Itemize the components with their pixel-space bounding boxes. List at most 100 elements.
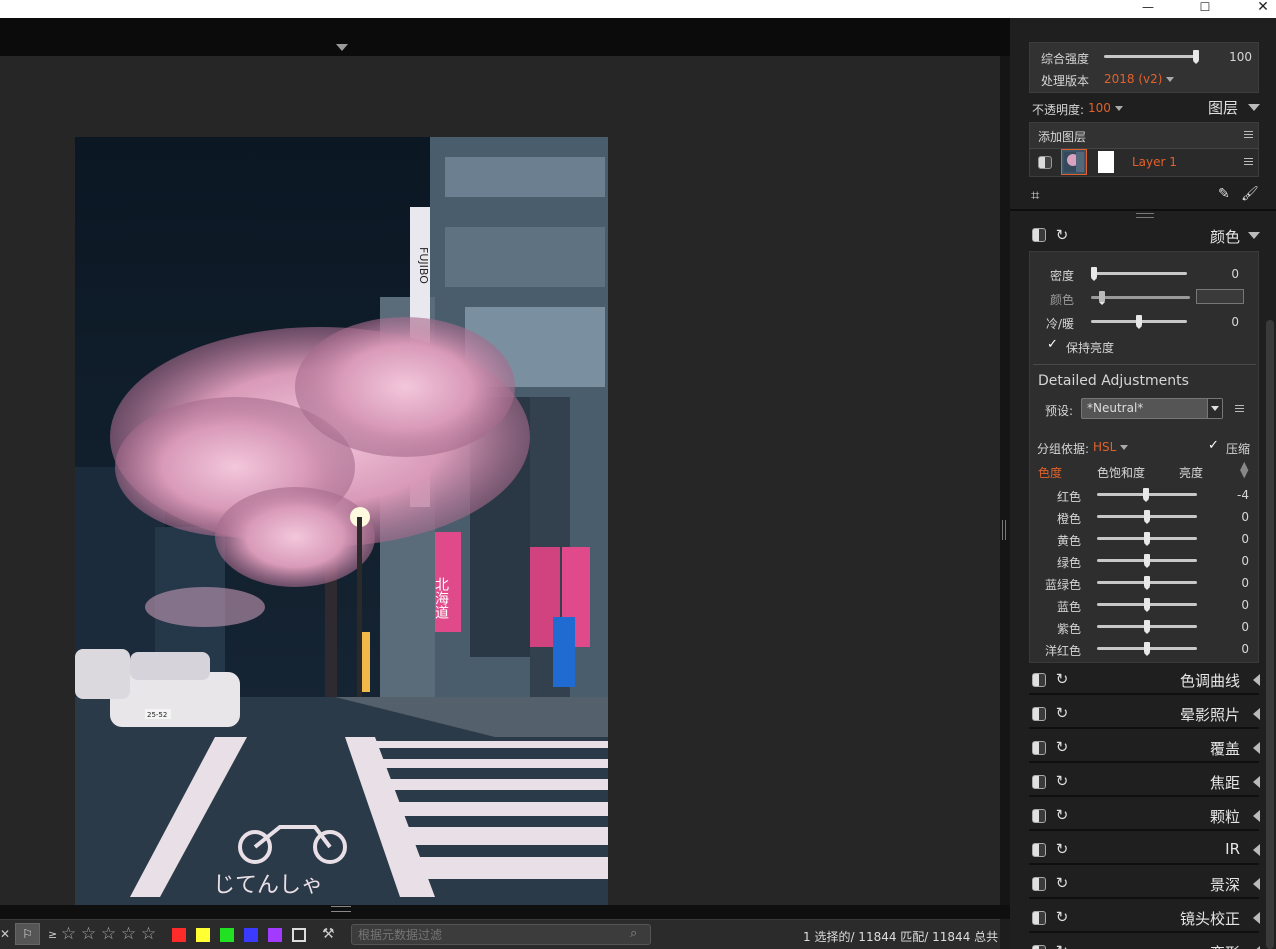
hsl-slider-knob[interactable]: [1144, 642, 1150, 656]
hsl-slider-knob[interactable]: [1144, 576, 1150, 590]
pencil-icon[interactable]: ✎: [1218, 186, 1230, 202]
star-icon[interactable]: ☆: [59, 923, 78, 945]
flag-filter-button[interactable]: ⚐: [15, 923, 40, 945]
compress-checkbox[interactable]: ✓: [1208, 439, 1220, 452]
warmth-value[interactable]: 0: [1209, 315, 1239, 329]
panel-enable-toggle-icon[interactable]: [1032, 809, 1046, 823]
layer-visibility-toggle-icon[interactable]: [1038, 156, 1052, 169]
photo-preview[interactable]: FUJIBO 北海道 25-52 じてんしゃ: [75, 137, 608, 937]
density-slider[interactable]: [1091, 272, 1187, 275]
color-label-yellow[interactable]: [196, 928, 210, 942]
panel-reset-icon[interactable]: ↻: [1054, 671, 1070, 687]
layer-mask-thumbnail[interactable]: [1098, 151, 1114, 173]
panel-reset-icon[interactable]: ↻: [1054, 909, 1070, 925]
star-icon[interactable]: ☆: [119, 923, 138, 945]
panel-expand-icon[interactable]: [1253, 810, 1260, 822]
close-button[interactable]: ✕: [1248, 0, 1276, 15]
panel-expand-icon[interactable]: [1253, 776, 1260, 788]
hsl-value[interactable]: 0: [1219, 510, 1249, 524]
panel-expand-icon[interactable]: [1253, 844, 1260, 856]
add-layer-button[interactable]: 添加图层: [1038, 128, 1086, 145]
panel-enable-toggle-icon[interactable]: [1032, 911, 1046, 925]
panel-expand-icon[interactable]: [1253, 674, 1260, 686]
color-label-none[interactable]: [292, 928, 306, 942]
density-slider-knob[interactable]: [1091, 267, 1097, 281]
process-version-dropdown[interactable]: 2018 (v2): [1104, 72, 1175, 86]
tint-color-slider[interactable]: [1091, 296, 1190, 299]
panel-enable-toggle-icon[interactable]: [1032, 945, 1046, 949]
layer-menu-icon[interactable]: [1244, 131, 1253, 138]
hsl-value[interactable]: 0: [1219, 554, 1249, 568]
hsl-value[interactable]: 0: [1219, 642, 1249, 656]
layers-collapse-icon[interactable]: [1248, 104, 1260, 111]
crop-icon[interactable]: ⌗: [1031, 186, 1039, 204]
hsl-value[interactable]: 0: [1219, 620, 1249, 634]
hsl-value[interactable]: -4: [1219, 488, 1249, 502]
hsl-value[interactable]: 0: [1219, 576, 1249, 590]
panel-reset-icon[interactable]: ↻: [1054, 807, 1070, 823]
luminance-column-tab[interactable]: 亮度: [1179, 464, 1203, 481]
saturation-column-tab[interactable]: 色饱和度: [1097, 464, 1145, 481]
hsl-slider-knob[interactable]: [1144, 554, 1150, 568]
panel-reset-icon[interactable]: ↻: [1054, 739, 1070, 755]
tint-color-swatch[interactable]: [1196, 289, 1244, 304]
opacity-dropdown[interactable]: 100: [1088, 101, 1123, 115]
clear-filter-icon[interactable]: ✕: [0, 927, 10, 941]
warmth-slider-knob[interactable]: [1136, 315, 1142, 329]
group-by-dropdown[interactable]: HSL: [1093, 440, 1129, 454]
panel-splitter[interactable]: [1000, 56, 1010, 916]
panel-enable-toggle-icon[interactable]: [1032, 673, 1046, 687]
hue-column-tab[interactable]: 色度: [1038, 464, 1062, 481]
panel-enable-toggle-icon[interactable]: [1032, 843, 1046, 857]
filmstrip-grip-icon[interactable]: [331, 906, 351, 912]
image-viewer[interactable]: FUJIBO 北海道 25-52 じてんしゃ: [0, 56, 1000, 937]
color-label-red[interactable]: [172, 928, 186, 942]
hsl-value[interactable]: 0: [1219, 598, 1249, 612]
layer-row-menu-icon[interactable]: [1244, 158, 1253, 165]
hsl-slider-knob[interactable]: [1142, 488, 1149, 502]
hsl-slider-knob[interactable]: [1144, 620, 1150, 634]
maximize-button[interactable]: ☐: [1190, 0, 1220, 14]
minimize-button[interactable]: —: [1133, 0, 1163, 14]
star-icon[interactable]: ☆: [99, 923, 118, 945]
filter-tools-icon[interactable]: ⚒: [322, 926, 335, 942]
preset-select[interactable]: *Neutral*: [1081, 398, 1223, 419]
panel-expand-icon[interactable]: [1253, 878, 1260, 890]
hsl-value[interactable]: 0: [1219, 532, 1249, 546]
tint-color-slider-knob[interactable]: [1099, 291, 1105, 305]
panel-enable-toggle-icon[interactable]: [1032, 707, 1046, 721]
color-label-purple[interactable]: [268, 928, 282, 942]
panel-enable-toggle-icon[interactable]: [1032, 741, 1046, 755]
hsl-slider-knob[interactable]: [1144, 510, 1150, 524]
brush-icon[interactable]: 🖌: [1241, 186, 1259, 202]
color-label-green[interactable]: [220, 928, 234, 942]
layer-name[interactable]: Layer 1: [1132, 155, 1177, 169]
preset-dropdown-button[interactable]: [1207, 399, 1222, 418]
search-icon[interactable]: ⌕: [630, 926, 637, 941]
panel-enable-toggle-icon[interactable]: [1032, 775, 1046, 789]
color-panel-collapse-icon[interactable]: [1248, 232, 1260, 239]
star-icon[interactable]: ☆: [79, 923, 98, 945]
strength-value[interactable]: 100: [1222, 50, 1252, 64]
rating-operator[interactable]: ≥: [48, 928, 57, 941]
color-panel-reset-icon[interactable]: ↻: [1054, 227, 1070, 243]
metadata-filter-input[interactable]: [351, 924, 651, 945]
panel-expand-icon[interactable]: [1253, 742, 1260, 754]
toolbar-toggle-arrow-icon[interactable]: [336, 44, 348, 51]
section-resize-grip-icon[interactable]: [1136, 213, 1154, 218]
preserve-luminance-checkbox[interactable]: ✓: [1047, 338, 1059, 351]
panel-scrollbar[interactable]: [1266, 320, 1274, 949]
strength-slider[interactable]: [1104, 55, 1199, 58]
panel-expand-icon[interactable]: [1253, 708, 1260, 720]
hsl-slider-knob[interactable]: [1144, 598, 1150, 612]
sort-arrows-icon[interactable]: ▲ ▼: [1240, 460, 1248, 479]
strength-slider-knob[interactable]: [1193, 50, 1199, 64]
panel-reset-icon[interactable]: ↻: [1054, 875, 1070, 891]
density-value[interactable]: 0: [1209, 267, 1239, 281]
panel-enable-toggle-icon[interactable]: [1032, 877, 1046, 891]
panel-reset-icon[interactable]: ↻: [1054, 943, 1070, 949]
color-panel-toggle-icon[interactable]: [1032, 228, 1046, 242]
panel-reset-icon[interactable]: ↻: [1054, 773, 1070, 789]
star-icon[interactable]: ☆: [139, 923, 158, 945]
panel-reset-icon[interactable]: ↻: [1054, 841, 1070, 857]
